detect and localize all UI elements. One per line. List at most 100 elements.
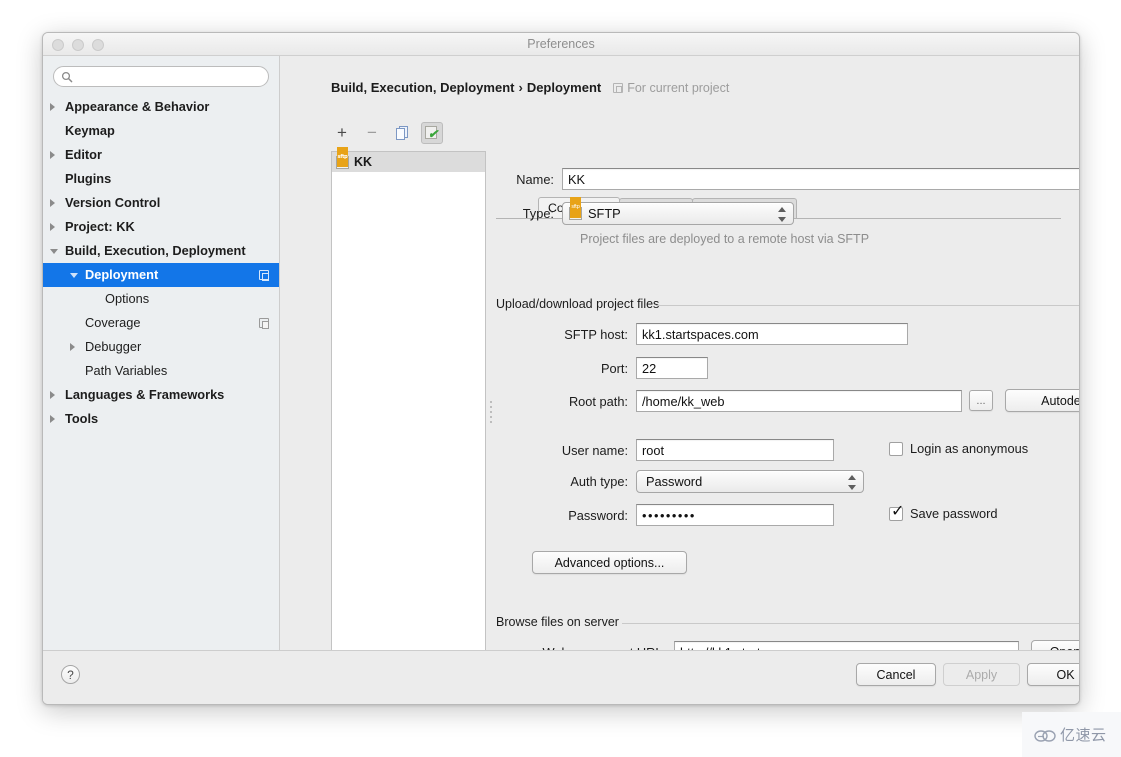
chevron-right-icon[interactable] xyxy=(50,151,55,159)
sidebar-item-label: Languages & Frameworks xyxy=(65,387,225,402)
sidebar-item-keymap[interactable]: Keymap xyxy=(43,119,279,143)
settings-sidebar: Appearance & Behavior Keymap Editor Plugins… xyxy=(43,56,280,674)
splitter-handle[interactable] xyxy=(490,401,493,423)
name-input[interactable] xyxy=(562,168,1079,190)
dialog-footer: ? Cancel Apply OK xyxy=(43,650,1079,704)
sidebar-item-label: Options xyxy=(105,291,150,306)
copy-server-button[interactable] xyxy=(391,122,413,144)
upload-group-label: Upload/download project files xyxy=(496,297,660,311)
login-anonymous-checkbox[interactable]: Login as anonymous xyxy=(889,441,1028,456)
apply-button[interactable]: Apply xyxy=(943,663,1020,686)
server-list-item[interactable]: KK xyxy=(332,147,485,172)
auth-type-label: Auth type: xyxy=(570,474,628,489)
sidebar-item-label: Tools xyxy=(65,411,99,426)
upload-group-header: Upload/download project files xyxy=(496,297,1079,311)
sidebar-item-label: Project: KK xyxy=(65,219,135,234)
settings-tree: Appearance & Behavior Keymap Editor Plugins… xyxy=(43,95,279,431)
deployment-form: Name: ConnectionMappingsExcluded Paths T… xyxy=(496,122,1079,674)
auth-type-select[interactable]: Password xyxy=(636,470,864,493)
watermark: 亿速云 xyxy=(1022,712,1121,757)
validate-server-button[interactable]: ✔ xyxy=(421,122,443,144)
sidebar-item-path-variables[interactable]: Path Variables xyxy=(43,359,279,383)
settings-content: Build, Execution, Deployment › Deployment F… xyxy=(281,56,1079,674)
sidebar-item-project-kk[interactable]: Project: KK xyxy=(43,215,279,239)
sidebar-item-label: Coverage xyxy=(85,315,141,330)
advanced-options-button[interactable]: Advanced options... xyxy=(532,551,687,574)
sidebar-item-label: Editor xyxy=(65,147,102,162)
project-scope-indicator-icon xyxy=(259,270,269,281)
type-hint: Project files are deployed to a remote h… xyxy=(580,232,870,246)
chevron-right-icon[interactable] xyxy=(50,103,55,111)
sidebar-item-label: Build, Execution, Deployment xyxy=(65,243,246,258)
name-label: Name: xyxy=(516,172,554,187)
window-titlebar: Preferences xyxy=(43,33,1079,56)
sidebar-item-label: Deployment xyxy=(85,267,159,282)
dialog-body: Appearance & Behavior Keymap Editor Plugins… xyxy=(43,56,1079,704)
sidebar-item-deployment[interactable]: Deployment xyxy=(43,263,279,287)
type-select-value: SFTP xyxy=(588,206,621,221)
chevron-right-icon[interactable] xyxy=(50,223,55,231)
copy-icon xyxy=(395,126,409,140)
chevron-updown-icon xyxy=(778,207,786,222)
sidebar-item-plugins[interactable]: Plugins xyxy=(43,167,279,191)
cancel-button[interactable]: Cancel xyxy=(856,663,936,686)
chevron-updown-icon-auth xyxy=(848,475,856,490)
sidebar-item-label: Keymap xyxy=(65,123,115,138)
breadcrumb-scope: For current project xyxy=(613,81,729,95)
search-input[interactable] xyxy=(77,67,260,86)
watermark-text: 亿速云 xyxy=(1060,726,1107,744)
sidebar-item-editor[interactable]: Editor xyxy=(43,143,279,167)
port-input[interactable] xyxy=(636,357,708,379)
project-scope-indicator-icon xyxy=(259,318,269,329)
server-list[interactable]: KK xyxy=(331,147,486,674)
sidebar-item-appearance-behavior[interactable]: Appearance & Behavior xyxy=(43,95,279,119)
user-name-input[interactable] xyxy=(636,439,834,461)
sidebar-item-build-execution-deployment[interactable]: Build, Execution, Deployment xyxy=(43,239,279,263)
breadcrumb-scope-label: For current project xyxy=(627,81,730,95)
autodetect-button[interactable]: Autodetect xyxy=(1005,389,1079,412)
chevron-down-icon[interactable] xyxy=(50,249,58,254)
sidebar-item-label: Debugger xyxy=(85,339,142,354)
sidebar-item-debugger[interactable]: Debugger xyxy=(43,335,279,359)
remove-server-button[interactable]: − xyxy=(361,122,383,144)
sidebar-item-tools[interactable]: Tools xyxy=(43,407,279,431)
chevron-right-icon[interactable] xyxy=(70,343,75,351)
sidebar-item-coverage[interactable]: Coverage xyxy=(43,311,279,335)
save-password-label: Save password xyxy=(910,506,998,521)
sidebar-item-label: Path Variables xyxy=(85,363,168,378)
type-label: Type: xyxy=(522,206,554,221)
help-button[interactable]: ? xyxy=(61,665,80,684)
root-path-input[interactable] xyxy=(636,390,962,412)
chevron-right-icon[interactable] xyxy=(50,199,55,207)
sidebar-item-options[interactable]: Options xyxy=(43,287,279,311)
search-box[interactable] xyxy=(53,66,269,87)
chevron-right-icon[interactable] xyxy=(50,415,55,423)
root-path-label: Root path: xyxy=(568,394,628,409)
save-password-checkbox[interactable]: ✓ Save password xyxy=(889,503,998,521)
chevron-down-icon[interactable] xyxy=(70,273,78,278)
root-path-browse-button[interactable]: ... xyxy=(969,390,993,411)
sidebar-search-wrap xyxy=(43,56,279,93)
search-icon xyxy=(61,71,73,83)
sftp-host-input[interactable] xyxy=(636,323,908,345)
password-input[interactable] xyxy=(636,504,834,526)
sftp-host-label: SFTP host: xyxy=(564,327,628,342)
breadcrumb: Build, Execution, Deployment › Deployment F… xyxy=(331,80,729,95)
user-name-label: User name: xyxy=(561,443,628,458)
ok-button[interactable]: OK xyxy=(1027,663,1079,686)
upload-group-divider xyxy=(656,305,1079,306)
login-anonymous-label: Login as anonymous xyxy=(910,441,1029,456)
browse-group-header: Browse files on server xyxy=(496,615,1079,629)
sidebar-item-languages-frameworks[interactable]: Languages & Frameworks xyxy=(43,383,279,407)
breadcrumb-part-1: Build, Execution, Deployment xyxy=(331,80,515,95)
sidebar-item-label: Plugins xyxy=(65,171,112,186)
add-server-button[interactable]: + xyxy=(331,122,353,144)
login-anonymous-box xyxy=(889,442,903,456)
type-select[interactable]: SFTP xyxy=(562,197,794,225)
server-toolbar: + − ✔ xyxy=(331,122,443,144)
sidebar-item-version-control[interactable]: Version Control xyxy=(43,191,279,215)
sidebar-item-label: Version Control xyxy=(65,195,161,210)
chevron-right-icon[interactable] xyxy=(50,391,55,399)
panel-splitter[interactable] xyxy=(487,151,496,674)
cloud-logo-icon xyxy=(1034,728,1056,742)
